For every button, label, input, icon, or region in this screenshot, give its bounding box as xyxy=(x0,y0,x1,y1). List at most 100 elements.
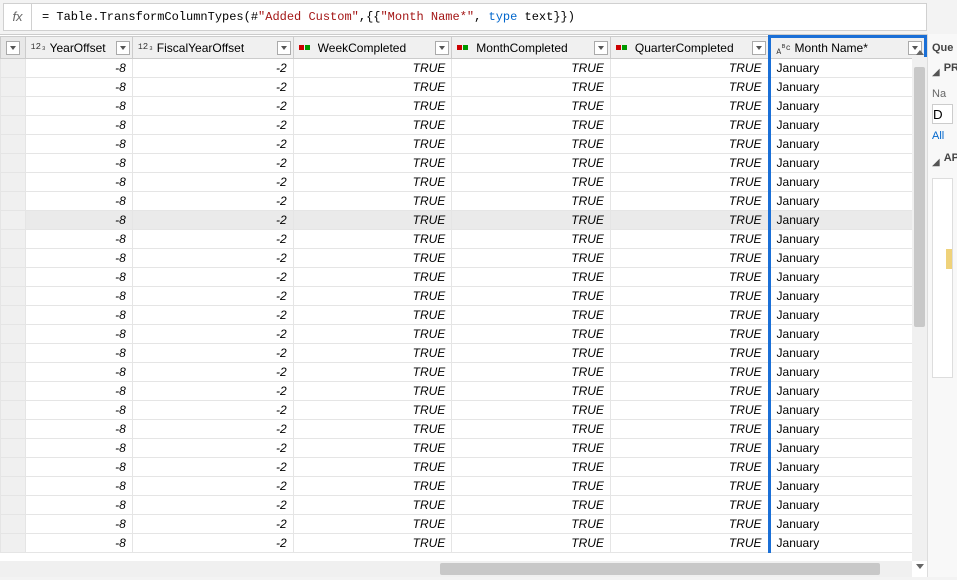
cell[interactable]: TRUE xyxy=(610,401,769,420)
row-number-cell[interactable] xyxy=(1,458,26,477)
column-header-month-name-[interactable]: Month Name* xyxy=(769,37,925,59)
cell[interactable]: TRUE xyxy=(293,344,452,363)
row-number-cell[interactable] xyxy=(1,78,26,97)
cell[interactable]: TRUE xyxy=(610,439,769,458)
bool-type-icon[interactable] xyxy=(299,40,315,55)
cell[interactable]: TRUE xyxy=(610,135,769,154)
cell[interactable]: TRUE xyxy=(293,363,452,382)
cell[interactable]: -8 xyxy=(25,192,132,211)
query-name-input[interactable] xyxy=(932,104,953,124)
filter-dropdown-icon[interactable] xyxy=(277,41,291,55)
cell[interactable]: -2 xyxy=(132,287,293,306)
cell[interactable]: -8 xyxy=(25,78,132,97)
filter-dropdown-icon[interactable] xyxy=(116,41,130,55)
cell[interactable]: January xyxy=(769,496,925,515)
text-type-icon[interactable] xyxy=(776,41,792,56)
cell[interactable]: TRUE xyxy=(293,477,452,496)
cell[interactable]: -8 xyxy=(25,59,132,78)
table-row[interactable]: -8-2TRUETRUETRUEJanuary xyxy=(1,211,926,230)
column-header-quartercompleted[interactable]: QuarterCompleted xyxy=(610,37,769,59)
filter-dropdown-icon[interactable] xyxy=(435,41,449,55)
cell[interactable]: TRUE xyxy=(610,344,769,363)
cell[interactable]: TRUE xyxy=(293,211,452,230)
cell[interactable]: -8 xyxy=(25,268,132,287)
cell[interactable]: TRUE xyxy=(452,59,611,78)
cell[interactable]: TRUE xyxy=(293,59,452,78)
row-number-cell[interactable] xyxy=(1,116,26,135)
column-header-monthcompleted[interactable]: MonthCompleted xyxy=(452,37,611,59)
cell[interactable]: TRUE xyxy=(293,496,452,515)
cell[interactable]: -2 xyxy=(132,249,293,268)
cell[interactable]: TRUE xyxy=(452,287,611,306)
cell[interactable]: TRUE xyxy=(293,534,452,553)
cell[interactable]: -2 xyxy=(132,116,293,135)
cell[interactable]: January xyxy=(769,154,925,173)
cell[interactable]: TRUE xyxy=(452,325,611,344)
cell[interactable]: TRUE xyxy=(610,154,769,173)
cell[interactable]: TRUE xyxy=(293,458,452,477)
column-header-yearoffset[interactable]: YearOffset xyxy=(25,37,132,59)
row-number-cell[interactable] xyxy=(1,59,26,78)
cell[interactable]: TRUE xyxy=(293,154,452,173)
cell[interactable]: -8 xyxy=(25,344,132,363)
cell[interactable]: -8 xyxy=(25,97,132,116)
cell[interactable]: -2 xyxy=(132,420,293,439)
cell[interactable]: TRUE xyxy=(452,382,611,401)
scroll-up-arrow-icon[interactable] xyxy=(912,43,927,57)
row-number-cell[interactable] xyxy=(1,439,26,458)
cell[interactable]: TRUE xyxy=(293,382,452,401)
table-row[interactable]: -8-2TRUETRUETRUEJanuary xyxy=(1,268,926,287)
table-row[interactable]: -8-2TRUETRUETRUEJanuary xyxy=(1,496,926,515)
cell[interactable]: TRUE xyxy=(452,515,611,534)
cell[interactable]: January xyxy=(769,59,925,78)
table-row[interactable]: -8-2TRUETRUETRUEJanuary xyxy=(1,287,926,306)
cell[interactable]: -8 xyxy=(25,154,132,173)
cell[interactable]: -8 xyxy=(25,420,132,439)
table-row[interactable]: -8-2TRUETRUETRUEJanuary xyxy=(1,59,926,78)
horizontal-scrollbar[interactable] xyxy=(0,561,912,577)
cell[interactable]: -2 xyxy=(132,515,293,534)
cell[interactable]: -2 xyxy=(132,477,293,496)
cell[interactable]: TRUE xyxy=(610,496,769,515)
cell[interactable]: TRUE xyxy=(293,268,452,287)
cell[interactable]: TRUE xyxy=(293,249,452,268)
cell[interactable]: January xyxy=(769,515,925,534)
row-number-cell[interactable] xyxy=(1,97,26,116)
cell[interactable]: -8 xyxy=(25,173,132,192)
table-row[interactable]: -8-2TRUETRUETRUEJanuary xyxy=(1,382,926,401)
scroll-down-arrow-icon[interactable] xyxy=(912,561,927,575)
table-row[interactable]: -8-2TRUETRUETRUEJanuary xyxy=(1,363,926,382)
cell[interactable]: -2 xyxy=(132,268,293,287)
cell[interactable]: January xyxy=(769,192,925,211)
row-number-cell[interactable] xyxy=(1,363,26,382)
cell[interactable]: TRUE xyxy=(293,325,452,344)
cell[interactable]: -8 xyxy=(25,249,132,268)
applied-steps-list[interactable] xyxy=(932,178,953,378)
table-row[interactable]: -8-2TRUETRUETRUEJanuary xyxy=(1,325,926,344)
num-type-icon[interactable] xyxy=(138,40,154,55)
cell[interactable]: TRUE xyxy=(452,534,611,553)
cell[interactable]: January xyxy=(769,325,925,344)
bool-type-icon[interactable] xyxy=(616,40,632,55)
table-row[interactable]: -8-2TRUETRUETRUEJanuary xyxy=(1,97,926,116)
table-row[interactable]: -8-2TRUETRUETRUEJanuary xyxy=(1,420,926,439)
table-row[interactable]: -8-2TRUETRUETRUEJanuary xyxy=(1,249,926,268)
table-row[interactable]: -8-2TRUETRUETRUEJanuary xyxy=(1,192,926,211)
row-number-cell[interactable] xyxy=(1,135,26,154)
cell[interactable]: January xyxy=(769,97,925,116)
cell[interactable]: -2 xyxy=(132,439,293,458)
cell[interactable]: TRUE xyxy=(452,135,611,154)
cell[interactable]: -8 xyxy=(25,534,132,553)
row-number-cell[interactable] xyxy=(1,515,26,534)
cell[interactable]: TRUE xyxy=(452,496,611,515)
cell[interactable]: TRUE xyxy=(452,97,611,116)
formula-bar[interactable]: fx = Table.TransformColumnTypes(#"Added … xyxy=(3,3,927,31)
cell[interactable]: TRUE xyxy=(293,78,452,97)
cell[interactable]: -2 xyxy=(132,306,293,325)
cell[interactable]: TRUE xyxy=(610,306,769,325)
row-number-cell[interactable] xyxy=(1,211,26,230)
collapse-icon[interactable]: ◢ xyxy=(932,157,940,168)
cell[interactable]: TRUE xyxy=(610,97,769,116)
table-row[interactable]: -8-2TRUETRUETRUEJanuary xyxy=(1,401,926,420)
cell[interactable]: TRUE xyxy=(293,135,452,154)
